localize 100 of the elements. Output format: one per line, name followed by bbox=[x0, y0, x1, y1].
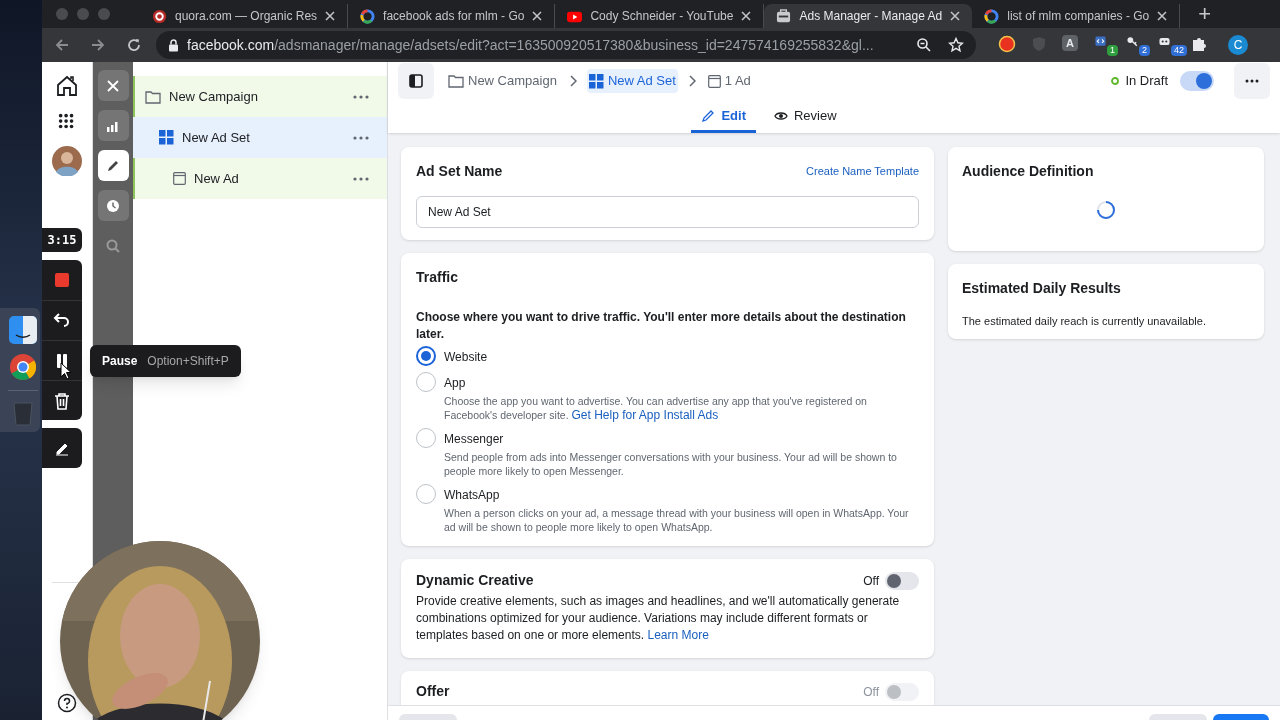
clock-icon bbox=[106, 198, 120, 213]
tooltip: Pause Option+Shift+P bbox=[90, 345, 241, 377]
prompt-text: Choose where you want to drive traffic. You'll enter more details about the destination later. bbox=[416, 309, 907, 343]
badge: 42 bbox=[1171, 45, 1187, 56]
robot-icon[interactable] bbox=[1158, 35, 1171, 48]
sidebar-icon bbox=[409, 74, 423, 88]
section-title: Ad Set Name bbox=[416, 162, 503, 181]
option-description: Choose the app you want to advertise. You can advertise any app that you've registered on Facebook's developer site. Get Help for App Install Ads bbox=[444, 394, 868, 422]
option-label[interactable]: WhatsApp bbox=[444, 486, 919, 504]
option-label[interactable]: Messenger bbox=[444, 430, 919, 448]
tool-button[interactable] bbox=[97, 190, 129, 221]
tree-item[interactable]: New Ad bbox=[133, 158, 387, 199]
new-tab-button[interactable]: + bbox=[1198, 3, 1212, 25]
badge: 2 bbox=[1139, 45, 1150, 56]
option-label[interactable]: Website bbox=[444, 348, 488, 366]
close-icon[interactable] bbox=[325, 11, 336, 21]
pencil-icon bbox=[701, 108, 716, 123]
more-icon[interactable] bbox=[353, 135, 369, 140]
tab[interactable]: Edit bbox=[691, 101, 756, 133]
back-icon[interactable] bbox=[54, 37, 70, 53]
section-title: Estimated Daily Results bbox=[962, 279, 1122, 298]
close-icon[interactable] bbox=[950, 11, 961, 21]
briefcase-icon bbox=[776, 8, 792, 24]
pen-button[interactable] bbox=[42, 428, 82, 468]
close-icon bbox=[106, 78, 120, 93]
more-icon[interactable] bbox=[353, 176, 369, 181]
toggle-label: Off bbox=[863, 683, 879, 701]
radio-button[interactable] bbox=[416, 346, 436, 366]
circle-favicon-icon bbox=[152, 8, 167, 24]
ring-favicon-icon bbox=[984, 8, 1000, 24]
search-icon bbox=[106, 238, 120, 253]
section-title: Traffic bbox=[416, 268, 459, 287]
zoom-icon[interactable] bbox=[916, 37, 932, 53]
ring-favicon-icon bbox=[360, 8, 376, 24]
close-icon[interactable] bbox=[741, 11, 752, 21]
star-icon[interactable] bbox=[948, 37, 964, 53]
link[interactable]: Create Name Template bbox=[806, 163, 919, 180]
app-icon[interactable] bbox=[9, 316, 37, 344]
profile-avatar[interactable]: C bbox=[1228, 35, 1248, 55]
record-icon[interactable] bbox=[998, 35, 1016, 53]
close-icon[interactable] bbox=[532, 11, 543, 21]
chevron-icon bbox=[687, 75, 696, 87]
window-icon bbox=[707, 74, 721, 88]
section-title: Offer bbox=[416, 682, 450, 701]
breadcrumb[interactable]: New Ad Set bbox=[586, 69, 678, 93]
code-icon[interactable] bbox=[1094, 35, 1107, 48]
stop-icon[interactable] bbox=[53, 271, 71, 289]
tool-button[interactable] bbox=[97, 150, 129, 181]
avatar-icon[interactable] bbox=[52, 146, 82, 176]
lock-icon bbox=[168, 38, 179, 52]
home-icon[interactable] bbox=[55, 74, 79, 98]
close-icon[interactable] bbox=[1157, 11, 1168, 21]
browser-icon[interactable] bbox=[9, 353, 37, 381]
more-icon bbox=[1245, 79, 1259, 83]
url-text: facebook.com/adsmanager/manage/adsets/edit?act=163500920517380&business_id=247574169255832&gl... bbox=[187, 35, 875, 55]
panel-toggle-button[interactable] bbox=[398, 63, 434, 99]
browser-tab[interactable]: Ads Manager - Manage Ad bbox=[764, 4, 973, 28]
chevron-icon bbox=[568, 75, 577, 87]
breadcrumb[interactable]: 1 Ad bbox=[705, 69, 753, 93]
message-text: The estimated daily reach is currently unavailable. bbox=[962, 314, 1207, 329]
breadcrumb[interactable]: New Campaign bbox=[446, 69, 559, 93]
more-icon[interactable] bbox=[353, 94, 369, 99]
key-icon[interactable] bbox=[1126, 35, 1139, 48]
option-description: When a person clicks on your ad, a message thread with your business will open in WhatsApp. Your ad will be shown to people more likely to open WhatsApp. bbox=[444, 506, 910, 534]
tool-button[interactable] bbox=[97, 70, 129, 101]
forward-icon[interactable] bbox=[90, 37, 106, 53]
trash-icon[interactable] bbox=[53, 391, 71, 410]
reload-icon[interactable] bbox=[126, 37, 142, 53]
grid-icon bbox=[588, 73, 604, 89]
section-title: Dynamic Creative bbox=[416, 571, 534, 590]
option-label[interactable]: App bbox=[444, 374, 919, 392]
undo-icon[interactable] bbox=[53, 311, 71, 330]
grid-icon bbox=[159, 130, 174, 145]
folder-icon bbox=[448, 74, 464, 88]
link[interactable]: Learn More bbox=[647, 628, 709, 642]
input-field[interactable]: New Ad Set bbox=[416, 196, 919, 228]
option-description: Send people from ads into Messenger conversations with your business. Your ad will be shown to people more likely to open Messenger. bbox=[444, 450, 898, 478]
toggle-switch[interactable] bbox=[1180, 71, 1214, 91]
status-label: In Draft bbox=[1125, 72, 1168, 91]
tool-button[interactable] bbox=[97, 110, 129, 141]
tree-item[interactable]: New Campaign bbox=[133, 76, 387, 117]
window-icon bbox=[173, 172, 186, 185]
folder-icon bbox=[145, 89, 161, 104]
address-bar[interactable]: facebook.com/adsmanager/manage/adsets/edit?act=163500920517380&business_id=247574169255832&gl... bbox=[156, 31, 976, 59]
footer-button[interactable] bbox=[1213, 714, 1269, 720]
tab[interactable]: Review bbox=[763, 101, 847, 133]
puzzle-icon[interactable] bbox=[1190, 35, 1208, 53]
description-text: Provide creative elements, such as images and headlines, and we'll automatically generate combinations optimized for your audience. Variations may include different formats or templates based on one or more elements. Learn More bbox=[416, 593, 901, 644]
section-title: Audience Definition bbox=[962, 162, 1095, 181]
status-dot-icon bbox=[1111, 77, 1120, 85]
tree-item[interactable]: New Ad Set bbox=[133, 117, 387, 158]
link[interactable]: Get Help for App Install Ads bbox=[571, 408, 719, 422]
pencil-icon bbox=[106, 158, 120, 173]
toggle-switch[interactable] bbox=[885, 571, 919, 590]
extension-icon[interactable]: A bbox=[1062, 35, 1078, 51]
toggle-label: Off bbox=[863, 572, 879, 590]
help-icon[interactable] bbox=[57, 693, 77, 713]
timer: 3:15 bbox=[42, 228, 82, 252]
badge: 1 bbox=[1107, 45, 1118, 56]
cursor-icon bbox=[60, 362, 72, 380]
